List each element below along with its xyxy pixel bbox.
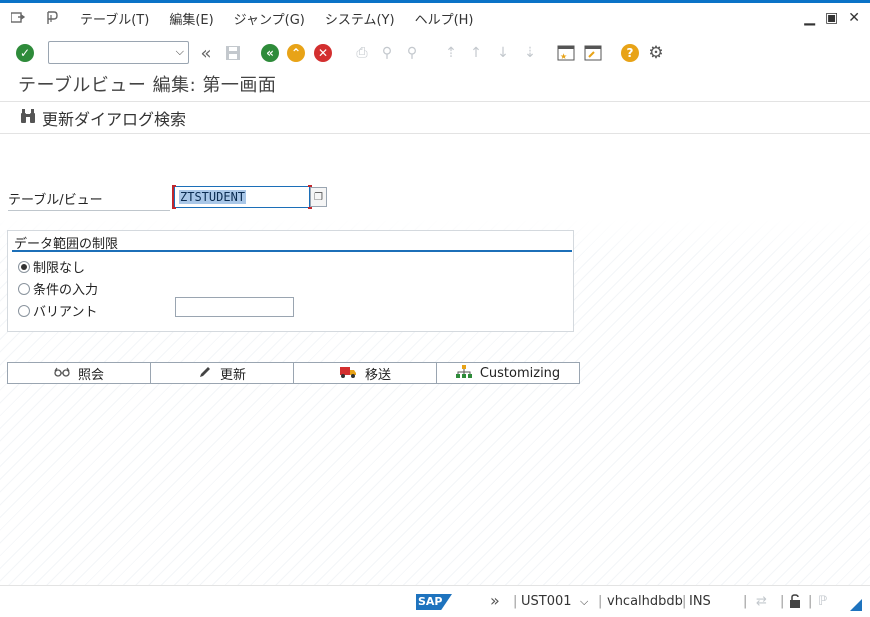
transport-button-label: 移送 <box>364 367 391 383</box>
settings-gear-icon[interactable]: ⚙ <box>645 42 667 64</box>
svg-text:★: ★ <box>560 52 567 61</box>
value-help-icon[interactable]: ❐ <box>310 187 327 207</box>
radio-label: 制限なし <box>33 261 86 276</box>
sap-gui-icon[interactable] <box>44 10 60 26</box>
shortcut-icon[interactable] <box>582 42 604 64</box>
back-icon: « <box>261 44 279 62</box>
server-name: vhcalhdbdb <box>607 594 683 609</box>
radio-unselected-icon[interactable] <box>18 304 30 317</box>
user-id: UST001 <box>521 594 572 609</box>
cancel-icon: ✕ <box>314 44 332 62</box>
maximize-icon[interactable]: ▣ <box>825 10 838 26</box>
main-content: テーブル/ビュー ZTSTUDENT ❐ データ範囲の制限 制限なし 条件の入力… <box>0 135 870 585</box>
maintain-button[interactable]: 更新 <box>150 362 294 384</box>
data-range-group: データ範囲の制限 制限なし 条件の入力 バリアント <box>7 230 574 332</box>
maintain-button-label: 更新 <box>219 367 246 383</box>
sap-gui-status-icon: ℙ <box>818 594 828 609</box>
menu-help[interactable]: ヘルプ(H) <box>415 9 474 28</box>
table-view-input[interactable]: ZTSTUDENT <box>172 185 312 209</box>
find-icon[interactable]: ⚲ <box>376 42 398 64</box>
transport-button[interactable]: 移送 <box>293 362 437 384</box>
radio-unselected-icon[interactable] <box>18 282 30 295</box>
radio-variant[interactable]: バリアント <box>18 301 97 320</box>
radio-no-restriction[interactable]: 制限なし <box>18 257 85 276</box>
insert-mode: INS <box>689 594 711 609</box>
enter-button[interactable]: ✓ <box>14 42 36 64</box>
print-icon[interactable]: ⎙ <box>351 42 373 64</box>
menu-goto[interactable]: ジャンプ(G) <box>234 9 305 28</box>
collapse-arrows-icon[interactable]: « <box>195 42 217 64</box>
glasses-icon <box>54 366 70 380</box>
first-page-icon[interactable]: ⇡ <box>440 42 462 64</box>
cancel-button[interactable]: ✕ <box>312 42 334 64</box>
back-button[interactable]: « <box>259 42 281 64</box>
menu-toggle-icon[interactable] <box>10 10 26 26</box>
command-field[interactable]: ⌵ <box>48 41 189 64</box>
menu-bar: テーブル(T) 編集(E) ジャンプ(G) システム(Y) ヘルプ(H) ▁ ▣… <box>0 3 870 33</box>
binoculars-icon <box>20 108 36 128</box>
radio-label: 条件の入力 <box>33 283 99 298</box>
radio-selected-icon[interactable] <box>18 260 30 273</box>
customizing-button[interactable]: Customizing <box>436 362 580 384</box>
previous-page-icon[interactable]: ↑ <box>465 42 487 64</box>
find-maintenance-dialog-button[interactable]: 更新ダイアログ検索 <box>42 106 186 130</box>
chevron-down-icon[interactable]: ⌵ <box>176 45 184 59</box>
minimize-icon[interactable]: ▁ <box>804 10 815 26</box>
save-icon[interactable] <box>222 42 244 64</box>
display-button[interactable]: 照会 <box>7 362 151 384</box>
radio-enter-conditions[interactable]: 条件の入力 <box>18 279 98 298</box>
status-bar: SAP » | UST001 ⌵ | vhcalhdbdb | INS | ⇄ … <box>0 585 870 617</box>
action-buttons: 照会 更新 移送 Customizing <box>7 362 580 384</box>
customizing-button-label: Customizing <box>479 365 561 381</box>
sap-logo: SAP <box>416 594 452 610</box>
checkmark-icon: ✓ <box>16 44 34 62</box>
transfer-icon: ⇄ <box>756 594 767 609</box>
close-window-icon[interactable]: ✕ <box>848 10 860 26</box>
variant-input[interactable] <box>175 297 294 317</box>
window-controls: ▁ ▣ ✕ <box>804 10 860 26</box>
application-toolbar: 更新ダイアログ検索 <box>0 103 870 134</box>
expand-status-icon[interactable]: » <box>490 591 500 610</box>
menu-system[interactable]: システム(Y) <box>325 9 395 28</box>
chevron-down-icon[interactable]: ⌵ <box>580 595 588 609</box>
exit-icon: ⌃ <box>287 44 305 62</box>
pencil-icon <box>198 365 212 382</box>
last-page-icon[interactable]: ⇣ <box>519 42 541 64</box>
hierarchy-icon <box>455 364 472 382</box>
table-view-label: テーブル/ビュー <box>8 189 170 211</box>
help-icon: ? <box>621 44 639 62</box>
menu-edit[interactable]: 編集(E) <box>169 9 213 28</box>
help-button[interactable]: ? <box>619 42 641 64</box>
next-page-icon[interactable]: ↓ <box>492 42 514 64</box>
lock-icon <box>788 594 802 612</box>
truck-icon <box>339 365 357 382</box>
radio-label: バリアント <box>33 305 98 320</box>
find-next-icon[interactable]: ⚲ <box>401 42 423 64</box>
page-title: テーブルビュー 編集: 第一画面 <box>0 70 870 102</box>
display-button-label: 照会 <box>77 367 104 383</box>
resize-grip-icon[interactable] <box>850 599 862 611</box>
new-session-icon[interactable]: ★ <box>555 42 577 64</box>
menu-table[interactable]: テーブル(T) <box>80 9 149 28</box>
exit-button[interactable]: ⌃ <box>285 42 307 64</box>
system-toolbar: ✓ ⌵ « « ⌃ ✕ ⎙ ⚲ ⚲ ⇡ ↑ ↓ ⇣ ★ ? ⚙ <box>0 36 870 70</box>
table-view-value: ZTSTUDENT <box>179 190 247 204</box>
